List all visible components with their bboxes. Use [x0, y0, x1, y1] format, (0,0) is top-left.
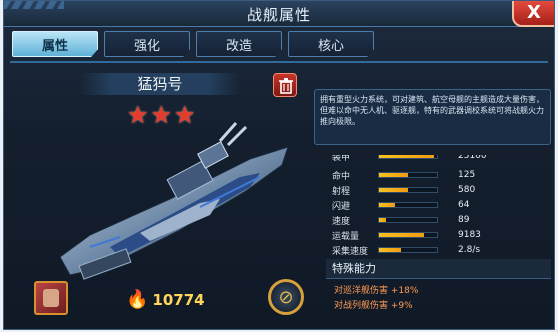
stat-bar-fill [379, 218, 386, 222]
ship-attributes-window: 战舰属性 X 属性 强化 改造 核心 猛犸号 ★ ★ ★ 🔥 10774 ⊘ 拥… [3, 0, 555, 330]
commander-avatar[interactable] [34, 281, 68, 315]
ship-description: 拥有重型火力系统，可对建筑、航空母舰的主舰造成大量伤害，但难以命中无人机、驱逐舰… [314, 89, 551, 145]
stat-row: 闪避 64 [314, 197, 551, 213]
stat-row: 射程 580 [314, 182, 551, 198]
title-bar: 战舰属性 X [4, 1, 554, 27]
stat-row: 运载量 9183 [314, 227, 551, 243]
special-bonus: 对巡洋舰伤害 +18% [334, 286, 419, 296]
stat-value: 25100 [458, 155, 487, 161]
combat-power: 🔥 10774 [126, 289, 205, 310]
emblem-icon[interactable]: ⊘ [268, 279, 304, 315]
avatar-face [43, 289, 59, 307]
special-bonus: 对战列舰伤害 +9% [334, 301, 413, 311]
stat-bar-fill [379, 155, 435, 158]
stat-label: 闪避 [332, 201, 351, 212]
stat-bar [378, 202, 438, 208]
stat-bar [378, 187, 438, 193]
stat-bar-fill [379, 203, 396, 207]
trash-icon[interactable] [273, 73, 297, 97]
ship-panel: 猛犸号 ★ ★ ★ 🔥 10774 ⊘ [10, 67, 310, 329]
tab-core[interactable]: 核心 [288, 31, 374, 57]
power-value: 10774 [152, 290, 205, 309]
stat-label: 采集速度 [332, 246, 369, 257]
stat-bar-fill [379, 248, 402, 252]
close-icon: X [527, 2, 541, 23]
stat-row: 装甲 25100 [314, 155, 551, 164]
battleship-image [59, 122, 289, 280]
stat-bar [378, 247, 438, 253]
tab-bar: 属性 强化 改造 核心 [12, 31, 374, 57]
stat-bar [378, 232, 438, 238]
stat-row: 速度 89 [314, 212, 551, 228]
tab-modify[interactable]: 改造 [196, 31, 282, 57]
stat-value: 64 [458, 200, 470, 210]
stat-value: 9183 [458, 230, 481, 240]
stat-row: 采集速度 2.8/s [314, 242, 551, 257]
close-button[interactable]: X [512, 1, 554, 27]
tab-enhance[interactable]: 强化 [104, 31, 190, 57]
stat-bar [378, 217, 438, 223]
tab-attributes[interactable]: 属性 [12, 31, 98, 57]
stat-value: 580 [458, 185, 476, 195]
stat-bar-fill [379, 173, 408, 177]
stat-value: 89 [458, 215, 470, 225]
stat-row: 命中 125 [314, 167, 551, 183]
tab-divider [10, 61, 548, 63]
stat-label: 速度 [332, 216, 351, 227]
ship-name: 猛犸号 [80, 73, 240, 95]
stat-bar [378, 155, 438, 159]
stat-bar-fill [379, 233, 425, 237]
stat-value: 2.8/s [458, 245, 481, 255]
stats-list: 装甲 25100 命中 125 射程 580 闪避 64 速度 89 运载量 9… [314, 155, 551, 257]
stat-value: 125 [458, 170, 476, 180]
window-title: 战舰属性 [246, 6, 311, 24]
special-ability-header: 特殊能力 [326, 259, 551, 279]
stat-label: 射程 [332, 186, 351, 197]
stat-bar-fill [379, 188, 408, 192]
fire-icon: 🔥 [126, 289, 149, 310]
stat-label: 装甲 [332, 155, 351, 163]
stat-bar [378, 172, 438, 178]
stat-label: 运载量 [332, 231, 360, 242]
stat-label: 命中 [332, 171, 351, 182]
